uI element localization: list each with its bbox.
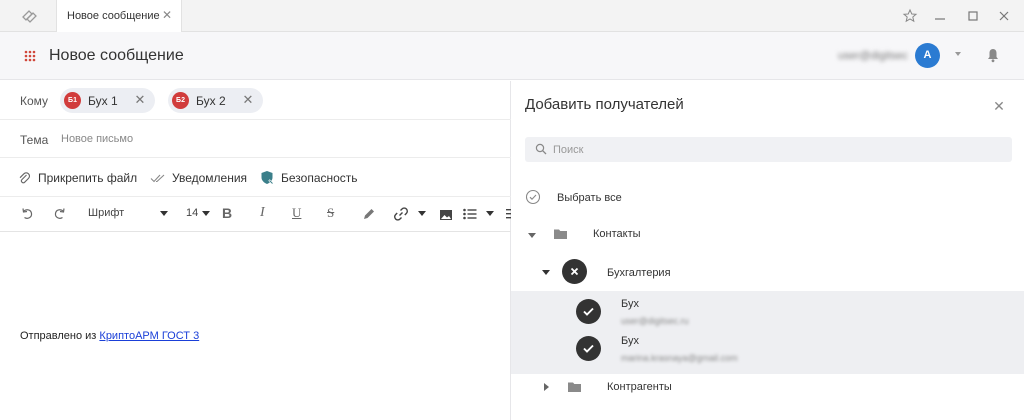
selected-check-button[interactable]: [576, 299, 601, 324]
recipients-row: Кому Б1 Бух 1 ✕ Б2 Бух 2 ✕: [0, 81, 511, 120]
recipient-badge: Б1: [64, 92, 81, 109]
subject-label: Тема: [20, 133, 49, 147]
underline-button[interactable]: U: [292, 205, 301, 221]
panel-title: Добавить получателей: [525, 96, 684, 113]
list-item[interactable]: Бух user@digitsec.ru: [511, 297, 1024, 329]
deselect-group-button[interactable]: [562, 259, 587, 284]
security-label: Безопасность: [281, 171, 358, 185]
pencil-icon[interactable]: [361, 206, 375, 222]
selected-check-button[interactable]: [576, 336, 601, 361]
security-button[interactable]: Безопасность: [260, 170, 360, 186]
remove-recipient-icon[interactable]: ✕: [134, 93, 146, 106]
window-titlebar: Новое сообщение ✕: [0, 0, 1024, 32]
subject-input[interactable]: Новое письмо: [61, 133, 133, 145]
group-label: Бухгалтерия: [607, 267, 671, 279]
recipient-badge: Б2: [172, 92, 189, 109]
subject-row[interactable]: Тема Новое письмо: [0, 120, 511, 158]
paperclip-icon: [19, 172, 30, 184]
chevron-down-icon[interactable]: [528, 233, 536, 238]
attach-file-label: Прикрепить файл: [38, 171, 138, 185]
list-item[interactable]: Бух marina.krasnaya@gmail.com: [511, 334, 1024, 366]
recipient-chip-1[interactable]: Б1 Бух 1 ✕: [60, 88, 155, 113]
member-email: user@digitsec.ru: [621, 316, 689, 326]
notifications-button[interactable]: Уведомления: [150, 170, 250, 186]
close-window-icon[interactable]: [996, 8, 1012, 24]
add-recipients-panel: Добавить получателей ✕ Выбрать все Конта…: [511, 81, 1024, 420]
recipient-chip-2[interactable]: Б2 Бух 2 ✕: [168, 88, 263, 113]
folder-icon: [554, 229, 567, 239]
recipient-name: Бух 2: [196, 94, 226, 108]
bell-icon[interactable]: [986, 47, 1000, 63]
editor-toolbar: Шрифт 14 B I U S: [0, 197, 511, 232]
member-email: marina.krasnaya@gmail.com: [621, 353, 738, 363]
link-dropdown-icon[interactable]: [418, 211, 426, 216]
signature: Отправлено из КриптоАРМ ГОСТ 3: [20, 330, 199, 342]
group-members: Бух user@digitsec.ru Бух marina.krasnaya…: [511, 291, 1024, 374]
select-all-row[interactable]: Выбрать все: [511, 187, 1024, 209]
member-name: Бух: [621, 298, 639, 310]
list-dropdown-icon[interactable]: [486, 211, 494, 216]
attach-file-button[interactable]: Прикрепить файл: [18, 170, 138, 186]
user-email: user@digitsec: [838, 50, 908, 62]
size-dropdown-icon[interactable]: [202, 211, 210, 216]
signature-link[interactable]: КриптоАРМ ГОСТ 3: [99, 330, 199, 342]
chevron-right-icon[interactable]: [544, 383, 549, 391]
check-icon: [583, 307, 594, 316]
remove-recipient-icon[interactable]: ✕: [242, 93, 254, 106]
maximize-icon[interactable]: [965, 8, 981, 24]
tree-item-contacts[interactable]: Контакты: [511, 224, 1024, 246]
check-icon: [583, 344, 594, 353]
bullet-list-icon[interactable]: [462, 206, 478, 222]
search-box[interactable]: [525, 137, 1012, 162]
chevron-down-icon[interactable]: [955, 52, 961, 56]
contacts-label: Контакты: [593, 228, 641, 240]
italic-button[interactable]: I: [260, 205, 265, 221]
search-input[interactable]: [553, 141, 993, 158]
member-name: Бух: [621, 335, 639, 347]
options-row: Прикрепить файл Уведомления Безопасность: [0, 158, 511, 197]
font-size-select[interactable]: 14: [186, 207, 198, 223]
shield-icon: [261, 171, 274, 185]
apps-grid-icon[interactable]: [24, 50, 36, 62]
folder-icon: [568, 382, 581, 392]
link-icon[interactable]: [393, 206, 409, 222]
font-select[interactable]: Шрифт: [88, 207, 124, 223]
partners-label: Контрагенты: [607, 381, 672, 393]
redo-icon[interactable]: [53, 206, 67, 222]
chevron-down-icon[interactable]: [542, 270, 550, 275]
to-label: Кому: [20, 94, 49, 108]
compose-area: Кому Б1 Бух 1 ✕ Б2 Бух 2 ✕ Тема Новое пи…: [0, 81, 511, 420]
signature-prefix: Отправлено из: [20, 330, 100, 342]
recipient-name: Бух 1: [88, 94, 118, 108]
app-logo-icon: [22, 10, 37, 23]
select-all-label: Выбрать все: [557, 192, 622, 204]
bold-button[interactable]: B: [222, 205, 232, 221]
font-dropdown-icon[interactable]: [160, 211, 168, 216]
page-title: Новое сообщение: [49, 47, 184, 64]
image-icon[interactable]: [439, 207, 453, 223]
tab-label: Новое сообщение: [67, 10, 160, 22]
notifications-label: Уведомления: [172, 171, 248, 185]
close-icon: [570, 267, 579, 276]
strikethrough-button[interactable]: S: [327, 205, 334, 221]
tab-close-icon[interactable]: ✕: [161, 9, 173, 21]
double-check-icon: [150, 174, 165, 183]
tab-new-message[interactable]: Новое сообщение ✕: [56, 0, 182, 32]
star-icon[interactable]: [902, 8, 918, 24]
search-icon: [535, 143, 547, 155]
tree-item-group[interactable]: Бухгалтерия: [511, 259, 1024, 287]
tree-item-partners[interactable]: Контрагенты: [511, 377, 1024, 399]
minimize-icon[interactable]: [932, 8, 948, 24]
close-panel-icon[interactable]: ✕: [993, 99, 1005, 113]
undo-icon[interactable]: [20, 206, 34, 222]
check-circle-outline-icon[interactable]: [525, 189, 541, 205]
avatar[interactable]: A: [915, 43, 940, 68]
app-header: Новое сообщение user@digitsec A: [0, 32, 1024, 80]
